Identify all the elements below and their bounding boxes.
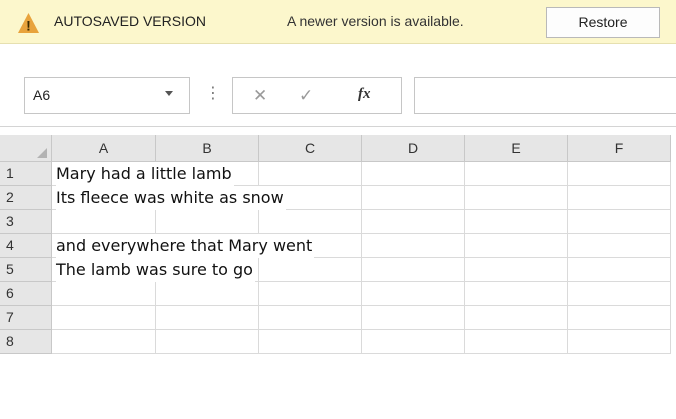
sheet-row: 4 and everywhere that Mary went — [0, 234, 676, 258]
name-box-value: A6 — [33, 87, 51, 103]
row-header[interactable]: 5 — [0, 258, 52, 282]
notice-message: A newer version is available. — [287, 13, 464, 29]
cell-e4[interactable] — [465, 234, 568, 258]
cell-a2-text: Its fleece was white as snow — [56, 186, 286, 210]
sheet-row: 1 Mary had a little lamb — [0, 162, 676, 186]
cell-e7[interactable] — [465, 306, 568, 330]
cell-c5[interactable] — [259, 258, 362, 282]
chevron-down-icon[interactable] — [165, 91, 173, 96]
column-header-e[interactable]: E — [465, 135, 568, 162]
sheet-row: 5 The lamb was sure to go — [0, 258, 676, 282]
cell-f4[interactable] — [568, 234, 671, 258]
sheet-row: 8 — [0, 330, 676, 354]
row-header[interactable]: 8 — [0, 330, 52, 354]
cell-b6[interactable] — [156, 282, 259, 306]
cell-b3[interactable] — [156, 210, 259, 234]
cell-a1-text: Mary had a little lamb — [56, 162, 234, 186]
cell-f7[interactable] — [568, 306, 671, 330]
cell-d5[interactable] — [362, 258, 465, 282]
formula-buttons: ✕ ✓ fx — [232, 77, 402, 114]
row-header[interactable]: 3 — [0, 210, 52, 234]
cell-f2[interactable] — [568, 186, 671, 210]
cell-e8[interactable] — [465, 330, 568, 354]
formula-input[interactable] — [414, 77, 676, 114]
select-all-icon — [37, 148, 47, 158]
cell-c1[interactable] — [259, 162, 362, 186]
select-all-button[interactable] — [0, 135, 52, 162]
cell-a4-text: and everywhere that Mary went — [56, 234, 315, 258]
cell-c8[interactable] — [259, 330, 362, 354]
column-header-f[interactable]: F — [568, 135, 671, 162]
cell-e2[interactable] — [465, 186, 568, 210]
sheet-row: 2 Its fleece was white as snow — [0, 186, 676, 210]
cell-c3[interactable] — [259, 210, 362, 234]
column-header-row: A B C D E F — [0, 135, 676, 162]
row-header[interactable]: 1 — [0, 162, 52, 186]
cell-e1[interactable] — [465, 162, 568, 186]
autosave-notice-bar: ! AUTOSAVED VERSION A newer version is a… — [0, 0, 676, 44]
column-header-d[interactable]: D — [362, 135, 465, 162]
cell-d1[interactable] — [362, 162, 465, 186]
cell-c6[interactable] — [259, 282, 362, 306]
cell-b8[interactable] — [156, 330, 259, 354]
cell-e3[interactable] — [465, 210, 568, 234]
restore-button[interactable]: Restore — [546, 7, 660, 38]
row-header[interactable]: 6 — [0, 282, 52, 306]
cell-a3[interactable] — [52, 210, 156, 234]
cell-d3[interactable] — [362, 210, 465, 234]
cell-f6[interactable] — [568, 282, 671, 306]
row-header[interactable]: 2 — [0, 186, 52, 210]
cell-e5[interactable] — [465, 258, 568, 282]
sheet-row: 7 — [0, 306, 676, 330]
formula-bar: A6 ⋮ ✕ ✓ fx — [0, 44, 676, 126]
cell-c7[interactable] — [259, 306, 362, 330]
warning-icon-mark: ! — [26, 18, 31, 34]
cancel-icon[interactable]: ✕ — [253, 86, 267, 106]
column-header-b[interactable]: B — [156, 135, 259, 162]
insert-function-icon[interactable]: fx — [358, 86, 371, 103]
sheet-row: 6 — [0, 282, 676, 306]
cell-d2[interactable] — [362, 186, 465, 210]
enter-icon[interactable]: ✓ — [299, 86, 313, 106]
cell-f8[interactable] — [568, 330, 671, 354]
cell-a5-text: The lamb was sure to go — [56, 258, 255, 282]
sheet-row: 3 — [0, 210, 676, 234]
cell-d8[interactable] — [362, 330, 465, 354]
column-header-a[interactable]: A — [52, 135, 156, 162]
cell-d6[interactable] — [362, 282, 465, 306]
notice-title: AUTOSAVED VERSION — [54, 13, 206, 29]
cell-a7[interactable] — [52, 306, 156, 330]
cell-d4[interactable] — [362, 234, 465, 258]
spreadsheet-grid: A B C D E F 1 Mary had a little lamb 2 I… — [0, 126, 676, 419]
cell-d7[interactable] — [362, 306, 465, 330]
row-header[interactable]: 7 — [0, 306, 52, 330]
warning-icon: ! — [18, 13, 39, 34]
column-header-c[interactable]: C — [259, 135, 362, 162]
cell-b7[interactable] — [156, 306, 259, 330]
cell-f3[interactable] — [568, 210, 671, 234]
cell-e6[interactable] — [465, 282, 568, 306]
cell-a6[interactable] — [52, 282, 156, 306]
row-header[interactable]: 4 — [0, 234, 52, 258]
name-box[interactable]: A6 — [24, 77, 190, 114]
formula-bar-resize-handle[interactable]: ⋮ — [205, 86, 221, 102]
cell-f5[interactable] — [568, 258, 671, 282]
cell-a8[interactable] — [52, 330, 156, 354]
cell-f1[interactable] — [568, 162, 671, 186]
